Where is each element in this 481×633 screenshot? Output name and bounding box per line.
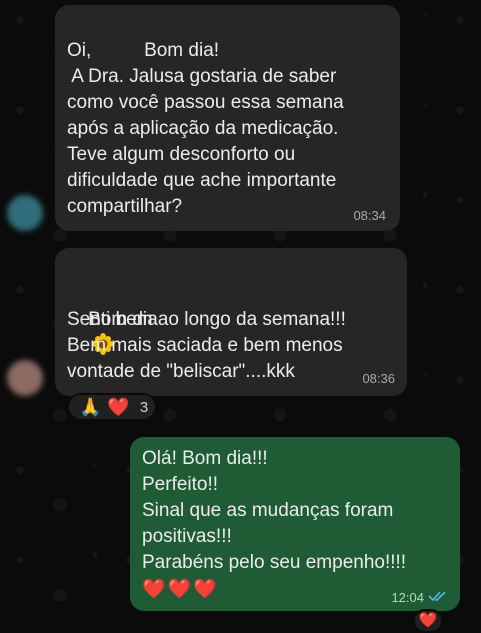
message-line: compartilhar? [67,196,183,217]
heart-emoji-icon: ❤️ [107,397,130,417]
sender-avatar[interactable] [7,360,43,396]
outgoing-message-bubble[interactable]: Olá! Bom dia!!! Perfeito!! Sinal que as … [130,437,460,611]
pray-emoji-icon: 🙏 [79,397,102,417]
message-line: Parabéns pelo seu empenho!!!! [142,552,407,573]
heart-emoji-line: ❤️❤️❤️ [142,579,219,600]
message-timestamp: 08:36 [362,371,395,386]
message-timestamp: 08:34 [353,208,386,223]
message-line: positivas!!! [142,526,232,547]
heart-reaction-partial[interactable]: ❤️ [413,609,443,633]
message-line: Oi, Bom dia! [67,40,220,61]
message-line: Bem mais saciada e bem menos [67,335,343,356]
heart-emoji-icon: ❤️ [418,612,438,629]
reaction-count: 3 [139,398,149,416]
message-reactions[interactable]: 🙏 ❤️ 3 [67,393,157,421]
incoming-message-bubble[interactable]: Bom dia Senti bem ao longo da semana!!! … [55,248,407,396]
sender-avatar[interactable] [7,195,43,231]
message-line: vontade de "beliscar"....kkk [67,361,295,382]
message-line: dificuldade que ache importante [67,170,337,191]
message-line: A Dra. Jalusa gostaria de saber [67,66,337,87]
message-line: Perfeito!! [142,474,219,495]
incoming-message-bubble[interactable]: Oi, Bom dia! A Dra. Jalusa gostaria de s… [55,5,400,231]
message-timestamp: 12:04 [391,590,424,605]
message-line: como você passou essa semana [67,92,344,113]
message-line: Sinal que as mudanças foram [142,500,394,521]
message-line: Olá! Bom dia!!! [142,448,268,469]
message-line: após a aplicação da medicação. [67,118,339,139]
message-line: Senti bem ao longo da semana!!! [67,309,346,330]
message-line: Teve algum desconforto ou [67,144,296,165]
double-check-read-icon [428,591,446,602]
